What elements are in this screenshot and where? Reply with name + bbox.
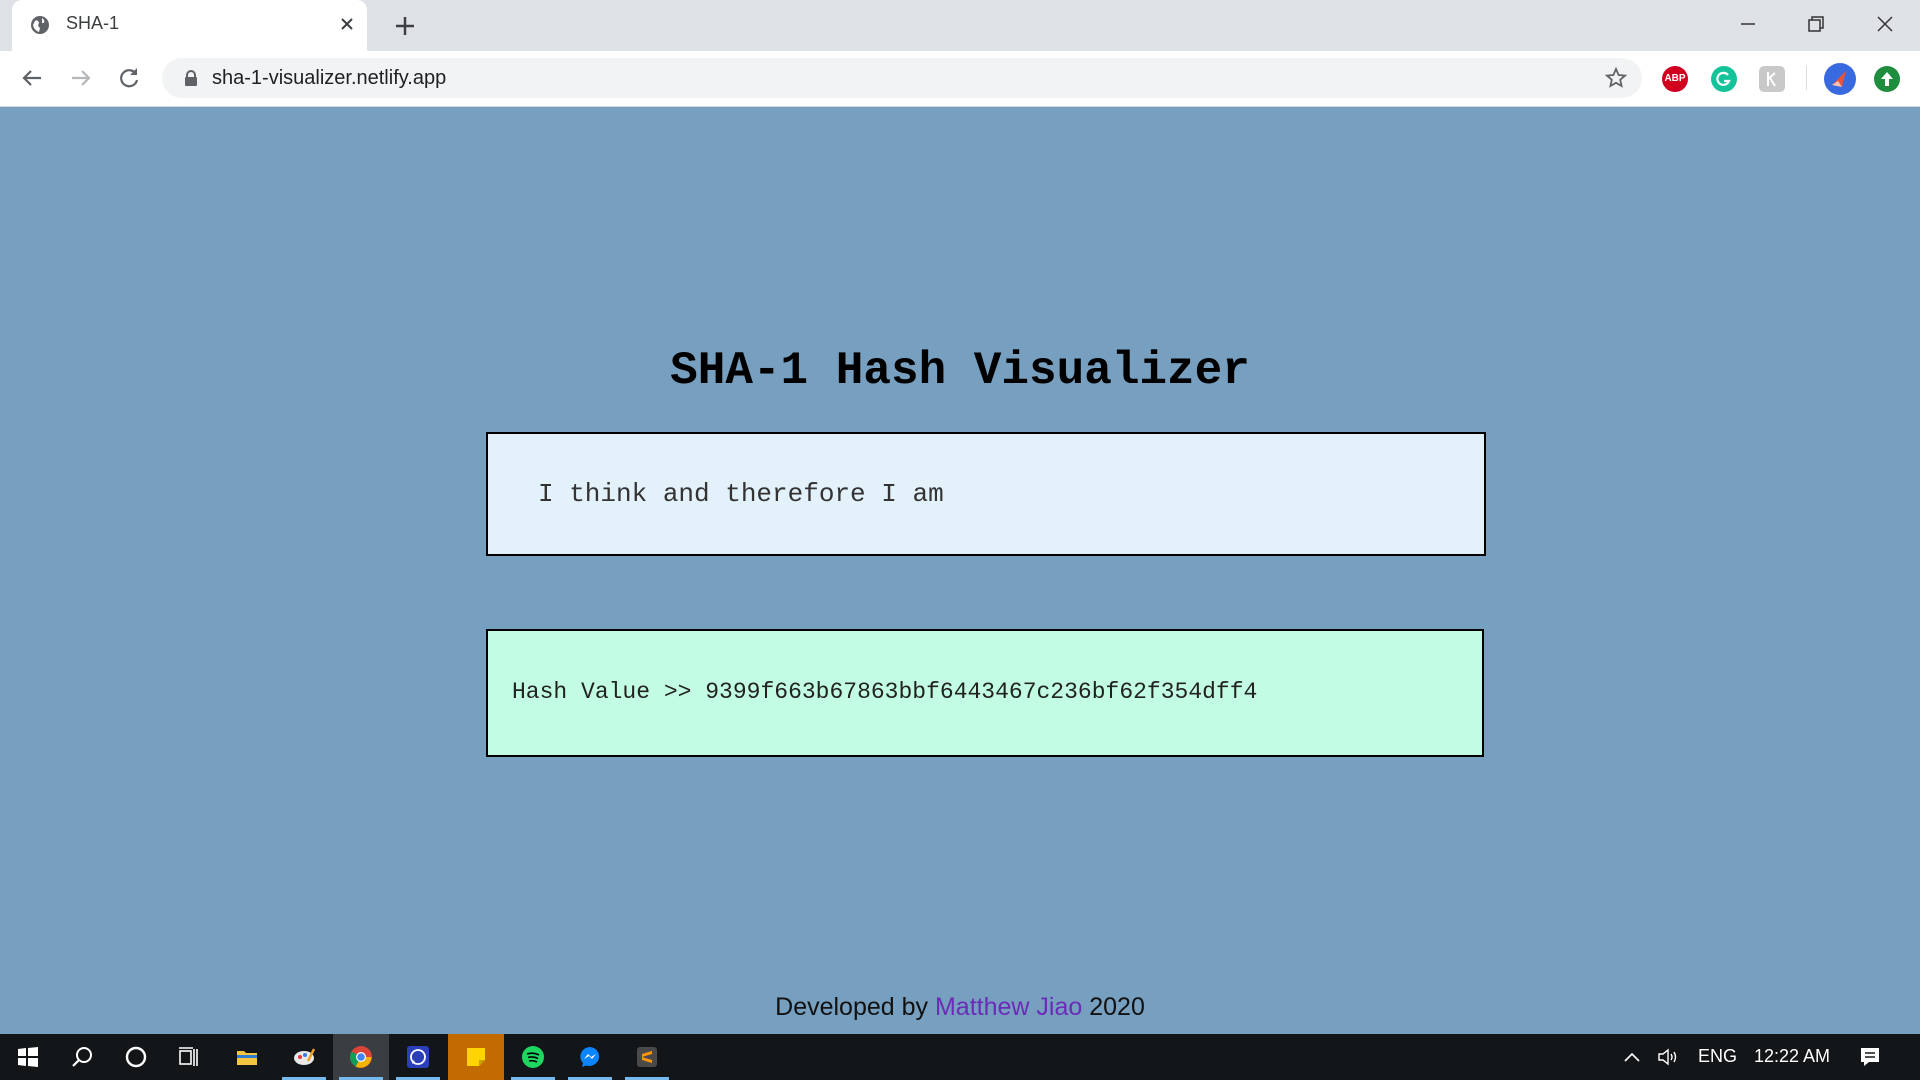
messenger-icon — [580, 1047, 600, 1067]
paint-button[interactable] — [276, 1034, 332, 1080]
spotify-button[interactable] — [505, 1034, 561, 1080]
action-center-icon[interactable] — [1858, 1045, 1882, 1069]
messenger-button[interactable] — [562, 1034, 618, 1080]
clock[interactable]: 12:22 AM — [1754, 1046, 1830, 1067]
cortana-icon — [125, 1046, 147, 1068]
taskbar: ENG 12:22 AM — [0, 1034, 1920, 1080]
close-window-icon[interactable] — [1871, 10, 1899, 38]
forward-icon[interactable] — [66, 63, 96, 93]
author-link[interactable]: Matthew Jiao — [935, 993, 1082, 1021]
chrome-button[interactable] — [333, 1034, 389, 1080]
hash-output-box: Hash Value >> 9399f663b67863bbf6443467c2… — [486, 629, 1484, 757]
chrome-icon — [350, 1046, 372, 1068]
browser-tab[interactable]: SHA-1 — [12, 0, 367, 51]
volume-icon[interactable] — [1656, 1046, 1680, 1068]
file-explorer-button[interactable] — [219, 1034, 275, 1080]
whatsapp-button[interactable] — [390, 1034, 446, 1080]
bookmark-star-icon[interactable] — [1604, 66, 1628, 90]
sticky-notes-button[interactable] — [448, 1034, 504, 1080]
spotify-icon — [522, 1046, 544, 1068]
minimize-icon[interactable] — [1734, 10, 1762, 38]
profile-avatar-icon[interactable] — [1824, 63, 1856, 95]
close-tab-icon[interactable] — [336, 13, 358, 35]
hash-value: 9399f663b67863bbf6443467c236bf62f354dff4 — [705, 679, 1258, 705]
windows-start-icon — [18, 1047, 38, 1067]
sublime-text-icon — [637, 1047, 657, 1067]
show-hidden-icons-icon[interactable] — [1622, 1048, 1642, 1066]
lock-icon — [185, 70, 197, 86]
adblock-plus-icon[interactable]: ABP — [1662, 66, 1688, 92]
whatsapp-icon — [407, 1046, 429, 1068]
paint-icon — [294, 1048, 316, 1065]
cortana-button[interactable] — [108, 1034, 164, 1080]
reload-icon[interactable] — [114, 63, 144, 93]
folder-icon — [237, 1051, 257, 1065]
hash-text-input[interactable] — [486, 432, 1486, 556]
start-button[interactable] — [0, 1034, 56, 1080]
restore-icon[interactable] — [1802, 10, 1830, 38]
search-button[interactable] — [54, 1034, 110, 1080]
footer: Developed by Matthew Jiao 2020 — [0, 993, 1920, 1022]
sublime-text-button[interactable] — [619, 1034, 675, 1080]
update-icon[interactable] — [1874, 66, 1900, 92]
hash-label: Hash Value >> — [512, 679, 692, 705]
language-indicator[interactable]: ENG — [1698, 1046, 1737, 1067]
new-tab-icon[interactable] — [392, 13, 418, 39]
page-title: SHA-1 Hash Visualizer — [670, 345, 1250, 397]
task-view-button[interactable] — [161, 1034, 217, 1080]
grammarly-icon[interactable] — [1711, 66, 1737, 92]
footer-prefix: Developed by — [775, 993, 929, 1021]
address-bar[interactable]: sha-1-visualizer.netlify.app — [162, 58, 1642, 98]
back-icon[interactable] — [17, 63, 47, 93]
footer-year: 2020 — [1089, 993, 1145, 1021]
extension-icon[interactable] — [1759, 66, 1785, 92]
globe-icon — [31, 16, 49, 34]
toolbar-divider — [1806, 66, 1807, 90]
url-text: sha-1-visualizer.netlify.app — [212, 67, 447, 89]
tab-title: SHA-1 — [66, 13, 120, 33]
browser-toolbar: sha-1-visualizer.netlify.app ABP — [0, 51, 1920, 107]
tab-strip: SHA-1 — [0, 0, 1920, 51]
sticky-note-icon — [467, 1048, 485, 1066]
task-view-icon — [179, 1047, 198, 1066]
search-icon — [72, 1047, 92, 1067]
